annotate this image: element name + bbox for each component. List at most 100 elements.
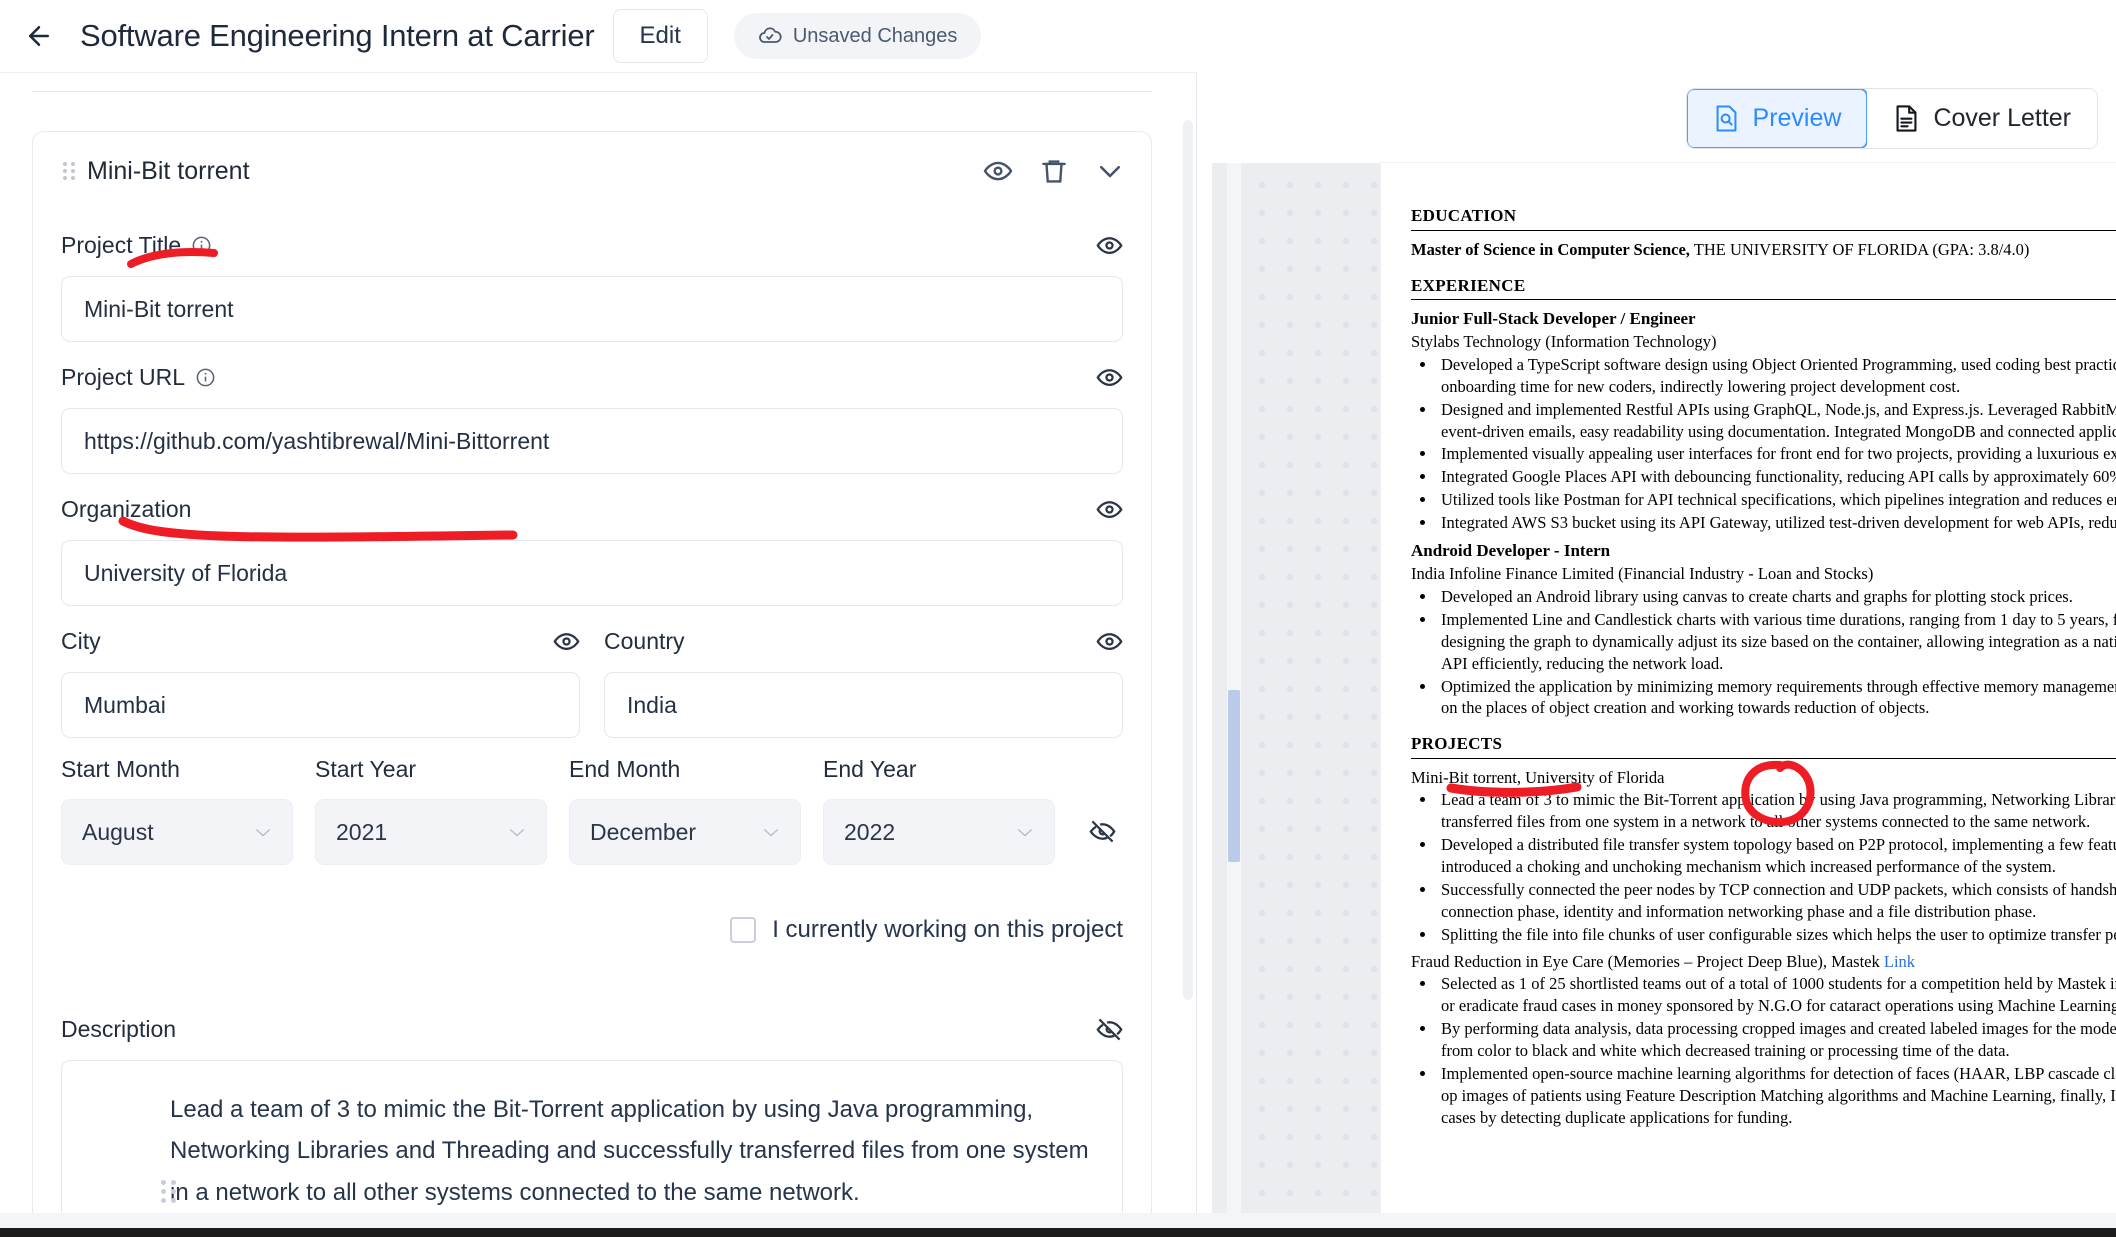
- list-item: Integrated AWS S3 bucket using its API G…: [1437, 512, 2116, 534]
- start-year-select[interactable]: 2021: [315, 799, 547, 865]
- chevron-down-icon: [255, 828, 271, 837]
- organization-input[interactable]: University of Florida: [61, 540, 1123, 606]
- list-item: Developed a distributed file transfer sy…: [1437, 834, 2116, 878]
- list-item: Implemented visually appealing user inte…: [1437, 443, 2116, 465]
- country-input[interactable]: India: [604, 672, 1123, 738]
- field-start-month: Start Month August: [61, 756, 293, 865]
- visibility-toggle-project-title-icon[interactable]: [1096, 232, 1123, 259]
- visibility-toggle-dates-off-icon[interactable]: [1089, 818, 1116, 845]
- list-item: By performing data analysis, data proces…: [1437, 1018, 2116, 1062]
- city-input[interactable]: Mumbai: [61, 672, 580, 738]
- edit-button[interactable]: Edit: [612, 9, 708, 63]
- end-year-value: 2022: [844, 818, 896, 845]
- project-url-input[interactable]: https://github.com/yashtibrewal/Mini-Bit…: [61, 408, 1123, 474]
- divider: [1411, 757, 2116, 759]
- list-item: Designed and implemented Restful APIs us…: [1437, 399, 2116, 443]
- resume-section-heading-projects: PROJECTS: [1411, 734, 1503, 754]
- visibility-toggle-organization-icon[interactable]: [1096, 496, 1123, 523]
- field-project-url: Project URL https://github.com/yashtibre…: [33, 360, 1151, 474]
- resume-education-entry: Master of Science in Computer Science, T…: [1411, 239, 2116, 261]
- field-label: Description: [61, 1015, 177, 1042]
- currently-working-label: I currently working on this project: [772, 916, 1123, 943]
- field-organization: Organization University of Florida: [33, 492, 1151, 606]
- end-month-select[interactable]: December: [569, 799, 801, 865]
- info-icon[interactable]: [191, 235, 212, 256]
- project-title: Mini-Bit torrent, University of Florida: [1411, 767, 1665, 787]
- tab-cover-letter[interactable]: Cover Letter: [1867, 89, 2097, 148]
- document-search-icon: [1716, 105, 1736, 132]
- resume-preview-area[interactable]: EDUCATION Master of Science in Computer …: [1212, 163, 2116, 1213]
- field-end-year: End Year 2022: [823, 756, 1055, 865]
- preview-scrollbar-thumb[interactable]: [1228, 690, 1240, 862]
- field-label: Project URL: [61, 363, 185, 390]
- field-start-year: Start Year 2021: [315, 756, 547, 865]
- preview-tabs: Preview Cover Letter: [1685, 88, 2098, 149]
- editor-scroll-area[interactable]: Mini-Bit torrent Project Title Mini-Bit …: [0, 73, 1197, 1214]
- editor-scrollbar-thumb[interactable]: [1183, 120, 1193, 1000]
- list-item: Lead a team of 3 to mimic the Bit-Torren…: [1437, 789, 2116, 833]
- project-title-input[interactable]: Mini-Bit torrent: [61, 276, 1123, 342]
- visibility-toggle-project-url-icon[interactable]: [1096, 364, 1123, 391]
- field-description: Description Lead a team of 3 to mimic th…: [33, 1012, 1151, 1214]
- project-title-value: Mini-Bit torrent: [84, 295, 234, 322]
- status-badge: Unsaved Changes: [733, 13, 982, 59]
- document-text-icon: [1896, 105, 1917, 132]
- start-year-value: 2021: [336, 818, 388, 845]
- field-city-country: City Mumbai Country India: [33, 624, 1151, 738]
- visibility-toggle-country-icon[interactable]: [1096, 628, 1123, 655]
- chevron-down-icon: [509, 828, 525, 837]
- window-bottom-strip: [0, 1213, 2116, 1228]
- field-label: Organization: [61, 495, 192, 522]
- divider: [1411, 229, 2116, 231]
- project-title: Fraud Reduction in Eye Care (Memories – …: [1411, 951, 2116, 973]
- trash-icon[interactable]: [1039, 156, 1069, 186]
- field-label: City: [61, 627, 101, 654]
- drag-handle-icon[interactable]: [61, 160, 77, 182]
- job-title: Junior Full-Stack Developer / Engineer: [1411, 309, 1696, 329]
- back-button[interactable]: [10, 0, 68, 73]
- visibility-toggle-city-icon[interactable]: [553, 628, 580, 655]
- tab-cover-letter-label: Cover Letter: [1933, 104, 2071, 132]
- field-label: Country: [604, 627, 685, 654]
- chevron-down-icon: [1017, 828, 1033, 837]
- drag-handle-icon[interactable]: [160, 1179, 176, 1203]
- chevron-down-icon[interactable]: [1095, 156, 1125, 186]
- currently-working-checkbox[interactable]: [730, 917, 757, 943]
- project-url-value: https://github.com/yashtibrewal/Mini-Bit…: [84, 427, 550, 454]
- end-year-select[interactable]: 2022: [823, 799, 1055, 865]
- start-month-select[interactable]: August: [61, 799, 293, 865]
- resume-section-heading-education: EDUCATION: [1411, 206, 1517, 225]
- status-badge-label: Unsaved Changes: [792, 24, 958, 47]
- list-item: Integrated Google Places API with deboun…: [1437, 466, 2116, 488]
- preview-pane: Preview Cover Letter EDUCATION Master of…: [1197, 0, 2116, 1213]
- list-item: Developed an Android library using canva…: [1437, 586, 2116, 608]
- list-item: Implemented open-source machine learning…: [1437, 1063, 2116, 1129]
- education-degree: Master of Science in Computer Science,: [1411, 239, 1690, 259]
- job-org: India Infoline Finance Limited (Financia…: [1411, 563, 1874, 583]
- city-value: Mumbai: [84, 691, 166, 718]
- organization-value: University of Florida: [84, 559, 288, 586]
- resume-page: EDUCATION Master of Science in Computer …: [1381, 163, 2116, 1213]
- project-card: Mini-Bit torrent Project Title Mini-Bit …: [32, 131, 1152, 1214]
- resume-project: Fraud Reduction in Eye Care (Memories – …: [1411, 951, 2116, 1129]
- info-icon[interactable]: [195, 367, 216, 388]
- project-card-header: Mini-Bit torrent: [33, 132, 1151, 210]
- eye-icon[interactable]: [983, 156, 1013, 186]
- job-title: Android Developer - Intern: [1411, 541, 1611, 561]
- project-bullets: Lead a team of 3 to mimic the Bit-Torren…: [1437, 789, 2116, 946]
- field-date-range: Start Month August Start Year 2021 End M…: [33, 756, 1151, 865]
- list-item: Optimized the application by minimizing …: [1437, 676, 2116, 720]
- visibility-toggle-description-off-icon[interactable]: [1096, 1016, 1123, 1043]
- end-month-value: December: [590, 818, 697, 845]
- divider: [1411, 299, 2116, 301]
- chevron-down-icon: [763, 828, 779, 837]
- preview-scrollbar-track[interactable]: [1227, 163, 1241, 1213]
- field-end-month: End Month December: [569, 756, 801, 865]
- field-label: Start Month: [61, 756, 180, 782]
- description-text: Lead a team of 3 to mimic the Bit-Torren…: [170, 1096, 1089, 1206]
- description-editor[interactable]: Lead a team of 3 to mimic the Bit-Torren…: [61, 1060, 1123, 1214]
- app-root: Software Engineering Intern at Carrier E…: [0, 0, 2116, 1237]
- project-link[interactable]: Link: [1884, 952, 1915, 971]
- list-item: Developed a TypeScript software design u…: [1437, 354, 2116, 398]
- tab-preview[interactable]: Preview: [1686, 89, 1869, 148]
